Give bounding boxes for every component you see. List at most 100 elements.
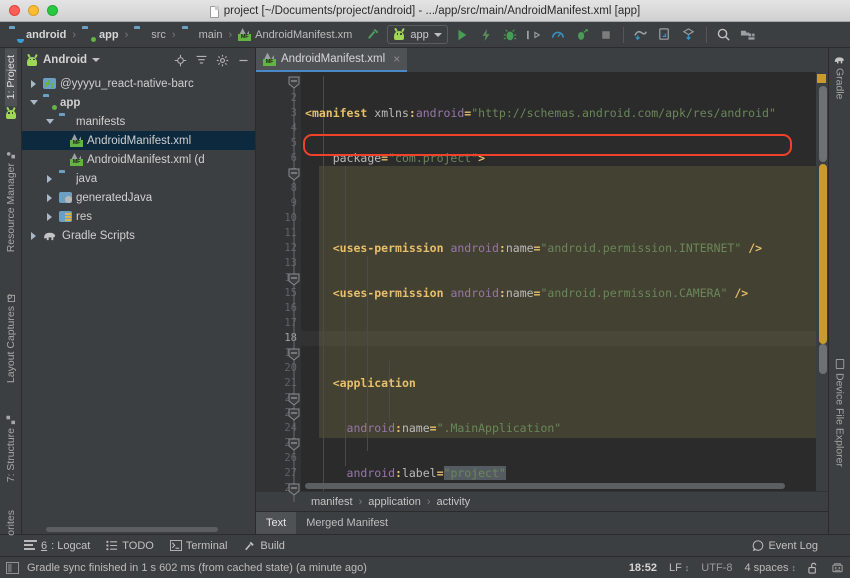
tree-node-res[interactable]: res xyxy=(22,207,255,226)
tree-node-gradle-scripts[interactable]: Gradle Scripts xyxy=(22,226,255,245)
chevron-right-icon[interactable] xyxy=(28,79,39,88)
toggle-panel-icon[interactable] xyxy=(6,561,19,574)
apply-changes-icon[interactable] xyxy=(476,25,496,45)
tree-node-library[interactable]: @yyyyu_react-native-barc xyxy=(22,74,255,93)
hide-icon[interactable] xyxy=(235,52,251,68)
breadcrumb-item-manifest[interactable]: manifest xyxy=(311,496,353,508)
code-text[interactable]: <manifest xmlns:android="http://schemas.… xyxy=(301,76,816,491)
search-icon[interactable] xyxy=(714,25,734,45)
editor-scrollbar-modified-range[interactable] xyxy=(819,164,827,344)
status-encoding[interactable]: UTF-8 xyxy=(701,562,732,574)
tree-node-label: @yyyyu_react-native-barc xyxy=(60,77,194,90)
chevron-right-icon[interactable] xyxy=(44,212,55,221)
tree-node-generatedjava[interactable]: generatedJava xyxy=(22,188,255,207)
code-surface[interactable]: <manifest xmlns:android="http://schemas.… xyxy=(301,72,816,491)
bottom-tool-strip: 6: Logcat TODO Terminal Build Event Log xyxy=(0,534,850,556)
breadcrumb-item-android[interactable]: android xyxy=(6,27,69,42)
tree-node-app[interactable]: app xyxy=(22,93,255,112)
terminal-icon xyxy=(169,540,182,551)
breadcrumb-item-manifest[interactable]: AndroidManifest.xm xyxy=(235,27,355,42)
module-folder-icon xyxy=(43,96,56,109)
bottom-tool-terminal[interactable]: Terminal xyxy=(169,540,227,552)
sidebar-item-structure[interactable]: 7: Structure xyxy=(5,408,17,489)
tree-node-manifests[interactable]: manifests xyxy=(22,112,255,131)
chevron-right-icon[interactable] xyxy=(44,174,55,183)
chevron-right-icon[interactable] xyxy=(28,231,39,240)
run-config-label: app xyxy=(410,28,429,41)
breadcrumb-item-activity[interactable]: activity xyxy=(437,496,471,508)
stop-icon[interactable] xyxy=(596,25,616,45)
sync-gradle-icon[interactable] xyxy=(679,25,699,45)
tab-merged-manifest[interactable]: Merged Manifest xyxy=(296,512,398,534)
chevron-right-icon[interactable] xyxy=(44,193,55,202)
editor-tab-androidmanifest[interactable]: AndroidManifest.xml × xyxy=(256,48,408,72)
fold-markers[interactable] xyxy=(287,72,301,512)
tree-node-label: res xyxy=(76,210,92,223)
run-icon[interactable] xyxy=(452,25,472,45)
close-icon[interactable]: × xyxy=(393,52,400,66)
editor-hscrollbar[interactable] xyxy=(305,483,785,489)
tab-text[interactable]: Text xyxy=(256,512,297,534)
breadcrumb-item-app[interactable]: app xyxy=(79,27,122,42)
project-pane-hscrollbar[interactable] xyxy=(22,525,255,534)
bottom-tool-todo[interactable]: TODO xyxy=(106,540,154,552)
tree-node-java[interactable]: java xyxy=(22,169,255,188)
breadcrumb-item-src[interactable]: src xyxy=(131,27,169,42)
debug-icon[interactable] xyxy=(500,25,520,45)
bottom-tool-build[interactable]: Build xyxy=(243,540,285,552)
code-line-7: <application xyxy=(332,376,416,390)
settings-gear-icon[interactable] xyxy=(214,52,230,68)
code-line-2: package="com.project"> xyxy=(332,151,486,165)
breadcrumb-item-application[interactable]: application xyxy=(368,496,421,508)
chevron-down-icon[interactable] xyxy=(44,119,55,124)
editor-marker-bar[interactable] xyxy=(816,72,828,491)
toolbar-divider xyxy=(622,26,624,43)
build-hammer-icon[interactable] xyxy=(363,25,383,45)
locate-icon[interactable] xyxy=(172,52,188,68)
toolbar-divider xyxy=(705,26,707,43)
editor-vertical-scrollbar-lower[interactable] xyxy=(819,344,827,374)
sidebar-item-layout-captures[interactable]: Layout Captures xyxy=(5,286,17,390)
breadcrumb-separator: › xyxy=(124,28,129,41)
run-coverage-icon[interactable] xyxy=(572,25,592,45)
inspection-icon[interactable] xyxy=(831,561,844,574)
warning-marker[interactable] xyxy=(817,74,826,83)
avd-manager-icon[interactable] xyxy=(655,25,675,45)
sidebar-item-label: 1: Project xyxy=(4,55,17,100)
editor-and-project: Android @yyyyu_react-native-barc app man… xyxy=(22,48,828,534)
sidebar-item-resource-manager[interactable]: Resource Manager xyxy=(5,143,17,259)
resource-manager-icon xyxy=(6,152,15,159)
editor-gutter[interactable]: 1 2 3 4 5 6 7 8 9 10 11 xyxy=(256,72,301,502)
editor-area: AndroidManifest.xml × 1 2 3 4 xyxy=(256,48,828,534)
tree-node-androidmanifest[interactable]: AndroidManifest.xml xyxy=(22,131,255,150)
sidebar-item-label: Resource Manager xyxy=(4,163,17,253)
tree-node-androidmanifest-debug[interactable]: AndroidManifest.xml (d xyxy=(22,150,255,169)
folder-icon xyxy=(182,28,195,41)
sidebar-item-label: 7: Structure xyxy=(4,427,17,482)
sidebar-item-gradle[interactable]: Gradle xyxy=(834,48,846,107)
unlocked-icon[interactable] xyxy=(808,562,819,574)
code-editor[interactable]: 1 2 3 4 5 6 7 8 9 10 11 xyxy=(256,72,828,502)
project-structure-icon[interactable] xyxy=(738,25,758,45)
breadcrumb-item-main[interactable]: main xyxy=(179,27,226,42)
sidebar-item-label: orites xyxy=(4,510,17,536)
editor-vertical-scrollbar[interactable] xyxy=(819,86,827,162)
sidebar-item-favorites[interactable]: orites xyxy=(5,503,17,543)
chevron-down-icon[interactable] xyxy=(92,58,101,62)
status-line-separator[interactable]: LF ↕ xyxy=(669,562,689,574)
sidebar-item-project[interactable]: 1: Project xyxy=(4,48,17,107)
document-icon xyxy=(209,5,219,18)
run-configuration-selector[interactable]: app xyxy=(387,25,448,44)
profiler-icon[interactable] xyxy=(548,25,568,45)
sidebar-item-device-file-explorer[interactable]: Device File Explorer xyxy=(834,352,846,474)
folder-icon xyxy=(134,28,147,41)
collapse-all-icon[interactable] xyxy=(193,52,209,68)
project-view-selector[interactable]: Android xyxy=(43,54,87,66)
event-log-button[interactable]: Event Log xyxy=(752,540,818,552)
bottom-tool-logcat[interactable]: 6: Logcat xyxy=(24,540,90,552)
sdk-manager-icon[interactable] xyxy=(631,25,651,45)
chevron-down-icon[interactable] xyxy=(28,100,39,105)
device-file-explorer-icon xyxy=(835,359,844,370)
status-indent[interactable]: 4 spaces ↕ xyxy=(744,562,796,574)
debug-attach-icon[interactable] xyxy=(524,25,544,45)
